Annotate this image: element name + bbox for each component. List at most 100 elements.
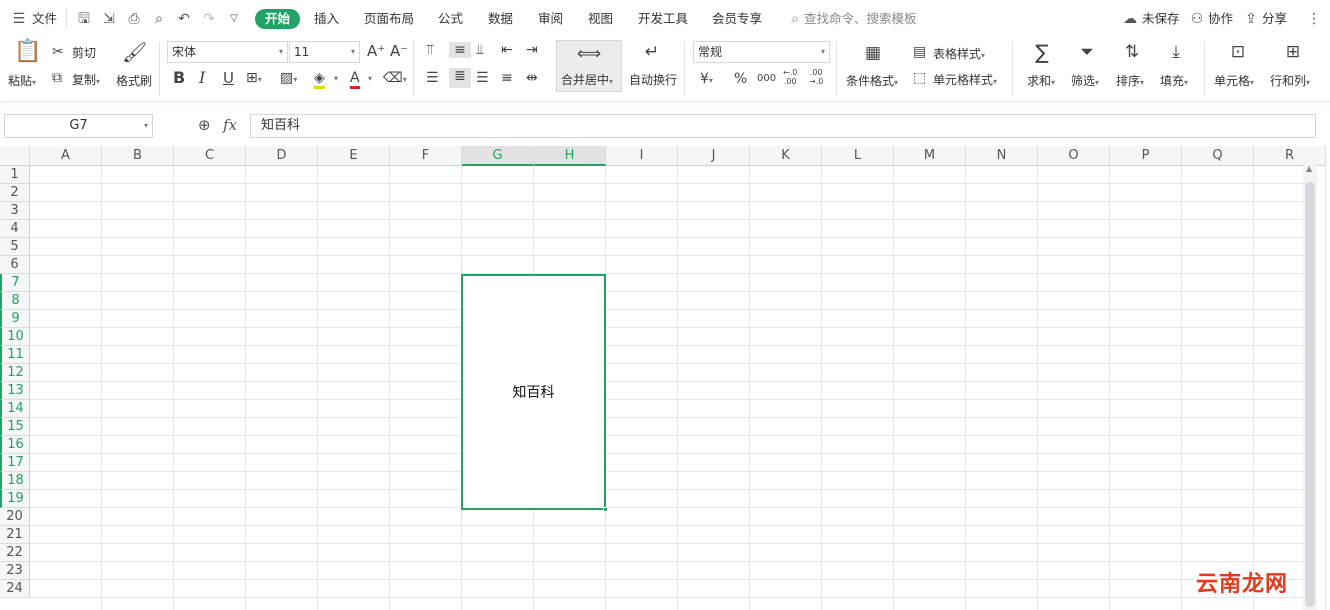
wrap-text-icon[interactable]: ↵ xyxy=(640,42,664,62)
tab-insert[interactable]: 插入 xyxy=(314,10,339,28)
merged-cell-g7[interactable]: 知百科 xyxy=(461,274,606,510)
justify-icon[interactable]: ≡ xyxy=(501,70,513,86)
italic-icon[interactable]: I xyxy=(199,70,205,86)
column-header[interactable]: F xyxy=(390,146,462,166)
spreadsheet-grid[interactable]: ABCDEFGHIJKLMNOPQR 1 2 3 4 5 6 7 8 9 10 11 12 13 14 15… xyxy=(0,146,1326,610)
row-header[interactable]: 8 xyxy=(0,292,30,310)
undo-icon[interactable]: ↶ xyxy=(175,10,193,28)
fill-pattern-icon[interactable]: ▨▾ xyxy=(280,70,297,88)
row-header[interactable]: 15 xyxy=(0,418,30,436)
row-header[interactable]: 22 xyxy=(0,544,30,562)
sum-icon[interactable]: ∑ xyxy=(1030,42,1054,62)
tab-review[interactable]: 审阅 xyxy=(538,10,563,28)
distributed-icon[interactable]: ⇹ xyxy=(526,70,538,86)
row-header[interactable]: 18 xyxy=(0,472,30,490)
paste-button[interactable]: 粘贴▾ xyxy=(8,72,36,89)
hamburger-menu-icon[interactable]: ☰ xyxy=(10,10,28,28)
align-right-icon[interactable]: ☰ xyxy=(476,70,489,86)
row-header[interactable]: 10 xyxy=(0,328,30,346)
row-header[interactable]: 3 xyxy=(0,202,30,220)
decrease-indent-icon[interactable]: ⇤ xyxy=(501,42,513,58)
clear-format-icon[interactable]: ⌫▾ xyxy=(383,70,407,88)
column-header[interactable]: B xyxy=(102,146,174,166)
cell-icon[interactable]: ⊡ xyxy=(1226,42,1250,62)
percent-icon[interactable]: % xyxy=(734,71,747,87)
quick-access-dropdown-icon[interactable]: ▽ xyxy=(225,10,243,28)
tab-formulas[interactable]: 公式 xyxy=(438,10,463,28)
sum-button[interactable]: 求和▾ xyxy=(1027,72,1055,89)
row-header[interactable]: 2 xyxy=(0,184,30,202)
row-header[interactable]: 12 xyxy=(0,364,30,382)
filter-icon[interactable]: ⏷ xyxy=(1075,42,1099,62)
column-header[interactable]: G xyxy=(462,146,534,166)
row-header[interactable]: 14 xyxy=(0,400,30,418)
align-middle-icon[interactable]: ≡ xyxy=(449,42,471,58)
format-painter-icon[interactable]: 🖌 xyxy=(122,42,147,62)
column-header[interactable]: K xyxy=(750,146,822,166)
tab-developer[interactable]: 开发工具 xyxy=(638,10,688,28)
column-header[interactable]: E xyxy=(318,146,390,166)
bold-icon[interactable]: B xyxy=(173,70,185,86)
row-header[interactable]: 17 xyxy=(0,454,30,472)
row-header[interactable]: 16 xyxy=(0,436,30,454)
column-header[interactable]: P xyxy=(1110,146,1182,166)
tab-view[interactable]: 视图 xyxy=(588,10,613,28)
row-header[interactable]: 7 xyxy=(0,274,30,292)
file-menu[interactable]: 文件 xyxy=(32,10,57,28)
collaborate-button[interactable]: 协作 xyxy=(1208,10,1233,28)
column-header[interactable]: M xyxy=(894,146,966,166)
column-header[interactable]: R xyxy=(1254,146,1326,166)
select-all-corner[interactable] xyxy=(0,146,30,166)
font-name-select[interactable]: 宋体 ▾ xyxy=(167,41,288,63)
fill-color-icon[interactable]: ◈ xyxy=(314,70,325,89)
row-header[interactable]: 11 xyxy=(0,346,30,364)
column-header[interactable]: L xyxy=(822,146,894,166)
cut-icon[interactable]: ✂ xyxy=(52,44,64,60)
align-bottom-icon[interactable]: ⫫ xyxy=(476,42,484,58)
sort-button[interactable]: 排序▾ xyxy=(1116,72,1144,89)
unsaved-status[interactable]: 未保存 xyxy=(1142,10,1180,28)
increase-font-icon[interactable]: A⁺ xyxy=(367,43,385,59)
fill-color-dropdown-icon[interactable]: ▾ xyxy=(334,74,338,83)
tab-home[interactable]: 开始 xyxy=(255,9,301,29)
paste-icon[interactable]: 📋 xyxy=(14,41,41,63)
border-icon[interactable]: ⊞▾ xyxy=(246,70,262,88)
increase-decimal-icon[interactable]: ←.0 .00 xyxy=(783,68,797,86)
name-box[interactable]: G7 ▾ xyxy=(4,114,153,138)
align-top-icon[interactable]: ⫪ xyxy=(426,42,434,58)
table-style-button[interactable]: 表格样式▾ xyxy=(933,45,985,62)
row-header[interactable]: 6 xyxy=(0,256,30,274)
column-header[interactable]: A xyxy=(30,146,102,166)
share-button[interactable]: 分享 xyxy=(1262,10,1287,28)
redo-icon[interactable]: ↷ xyxy=(200,10,218,28)
column-header[interactable]: C xyxy=(174,146,246,166)
column-header[interactable]: D xyxy=(246,146,318,166)
font-size-select[interactable]: 11 ▾ xyxy=(289,41,360,63)
export-icon[interactable]: ⇲ xyxy=(100,10,118,28)
row-header[interactable]: 20 xyxy=(0,508,30,526)
font-color-dropdown-icon[interactable]: ▾ xyxy=(368,74,372,83)
wrap-text-button[interactable]: 自动换行 xyxy=(629,71,677,88)
fill-button[interactable]: 填充▾ xyxy=(1160,72,1188,89)
align-center-icon[interactable]: ≣ xyxy=(449,68,471,88)
tab-member[interactable]: 会员专享 xyxy=(712,10,762,28)
row-header[interactable]: 9 xyxy=(0,310,30,328)
row-header[interactable]: 24 xyxy=(0,580,30,598)
formula-input[interactable]: 知百科 xyxy=(250,114,1316,138)
fill-icon[interactable]: ⤓ xyxy=(1164,42,1188,62)
row-col-icon[interactable]: ⊞ xyxy=(1281,42,1305,62)
print-preview-icon[interactable]: ⌕ xyxy=(150,10,168,28)
number-format-select[interactable]: 常规 ▾ xyxy=(693,41,830,63)
decrease-font-icon[interactable]: A⁻ xyxy=(390,43,408,59)
font-color-icon[interactable]: A xyxy=(350,70,360,89)
row-header[interactable]: 19 xyxy=(0,490,30,508)
cell-style-icon[interactable]: ⬚ xyxy=(913,70,926,86)
decrease-decimal-icon[interactable]: .00 →.0 xyxy=(809,68,823,86)
row-header[interactable]: 1 xyxy=(0,166,30,184)
row-header[interactable]: 4 xyxy=(0,220,30,238)
row-header[interactable]: 21 xyxy=(0,526,30,544)
fx-icon[interactable]: fx xyxy=(223,116,237,134)
cell-style-button[interactable]: 单元格样式▾ xyxy=(933,71,997,88)
table-style-icon[interactable]: ▤ xyxy=(913,44,926,60)
command-search-input[interactable]: 查找命令、搜索模板 xyxy=(804,10,917,28)
